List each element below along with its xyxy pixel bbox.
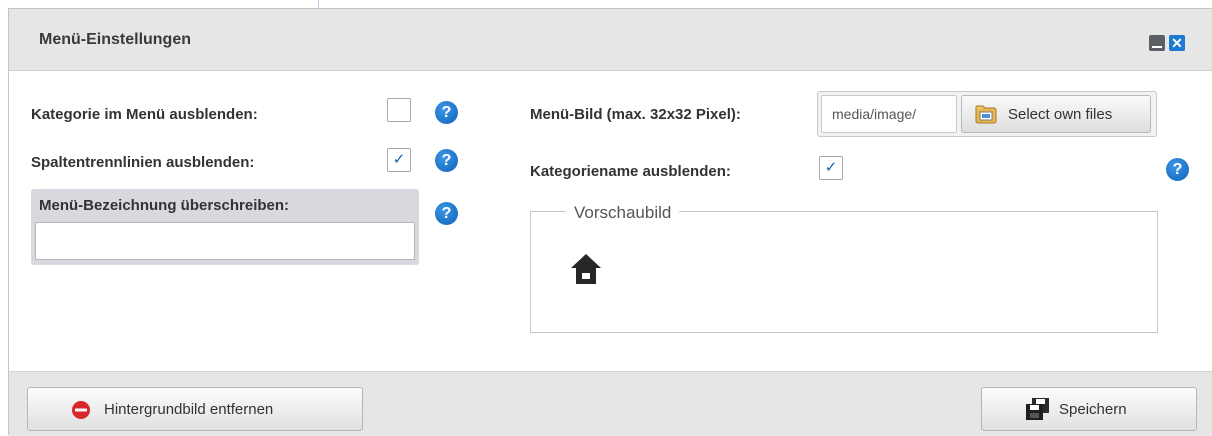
home-icon xyxy=(571,254,601,284)
dialog-title: Menü-Einstellungen xyxy=(39,31,191,48)
dialog-titlebar: Menü-Einstellungen ✕ xyxy=(9,9,1212,71)
help-icon[interactable]: ? xyxy=(1166,158,1189,181)
hide-category-name-checkbox[interactable]: ✓ xyxy=(819,156,843,180)
close-icon[interactable]: ✕ xyxy=(1169,35,1185,51)
preview-legend: Vorschaubild xyxy=(566,203,680,223)
minimize-icon[interactable] xyxy=(1149,35,1165,51)
override-label-group: Menü-Bezeichnung überschreiben: xyxy=(31,189,419,265)
help-icon[interactable]: ? xyxy=(435,101,458,124)
remove-icon xyxy=(72,401,90,419)
menu-image-label: Menü-Bild (max. 32x32 Pixel): xyxy=(530,106,741,123)
save-icon xyxy=(1026,398,1049,420)
help-icon[interactable]: ? xyxy=(435,149,458,172)
override-label: Menü-Bezeichnung überschreiben: xyxy=(39,197,290,214)
hide-category-checkbox[interactable] xyxy=(387,98,411,122)
hide-category-name-label: Kategoriename ausblenden: xyxy=(530,163,731,180)
menu-settings-dialog: Menü-Einstellungen ✕ Kategorie im Menü a… xyxy=(8,8,1212,436)
hide-column-lines-checkbox[interactable]: ✓ xyxy=(387,148,411,172)
hide-column-lines-label: Spaltentrennlinien ausblenden: xyxy=(31,154,255,171)
background-edge xyxy=(318,0,319,8)
override-input[interactable] xyxy=(35,222,415,260)
save-button[interactable]: Speichern xyxy=(981,387,1197,431)
help-icon[interactable]: ? xyxy=(435,202,458,225)
select-own-files-button[interactable]: Select own files xyxy=(961,95,1151,133)
menu-image-input[interactable] xyxy=(821,95,957,133)
menu-image-field-group: Select own files xyxy=(817,91,1157,137)
save-label: Speichern xyxy=(1059,401,1127,418)
preview-fieldset xyxy=(530,211,1158,333)
select-own-files-label: Select own files xyxy=(1008,106,1113,123)
folder-image-icon xyxy=(975,105,997,124)
dialog-footer: Hintergrundbild entfernen Speichern xyxy=(9,371,1212,436)
remove-background-button[interactable]: Hintergrundbild entfernen xyxy=(27,387,363,431)
hide-category-label: Kategorie im Menü ausblenden: xyxy=(31,106,258,123)
remove-background-label: Hintergrundbild entfernen xyxy=(104,401,274,418)
